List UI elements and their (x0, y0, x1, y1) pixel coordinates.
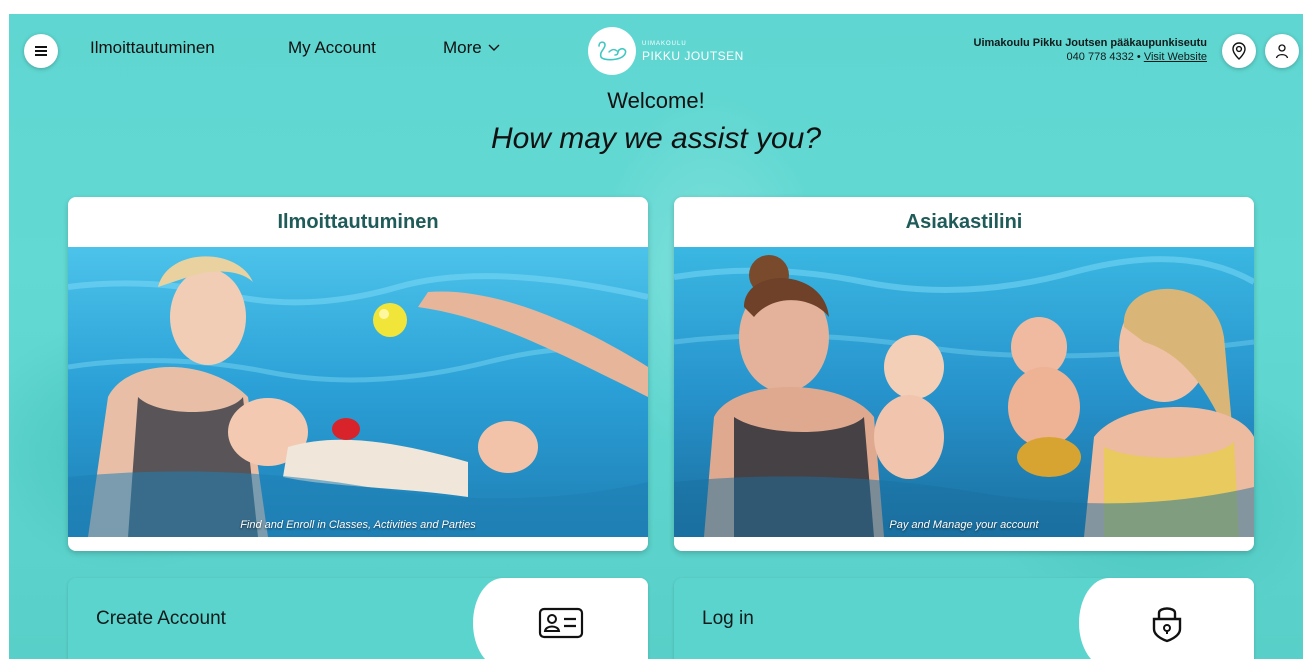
page-background: Ilmoittautuminen My Account More UIMAKOU… (9, 14, 1303, 659)
chevron-down-icon (488, 44, 500, 51)
user-account-button[interactable] (1265, 34, 1299, 68)
nav-link-my-account[interactable]: My Account (288, 38, 376, 58)
user-icon (1275, 44, 1289, 59)
card-title: Ilmoittautuminen (277, 210, 439, 233)
visit-website-link[interactable]: Visit Website (1144, 51, 1207, 63)
card-asiakastilini[interactable]: Asiakastilini Pay and Manage your accoun… (674, 197, 1254, 551)
organization-phone: 040 778 4332 (1066, 51, 1134, 63)
nav-more-label: More (443, 38, 482, 57)
menu-icon (35, 46, 47, 56)
log-in-button[interactable]: Log in (674, 578, 1254, 659)
nav-more-dropdown[interactable]: More (443, 38, 500, 58)
log-in-label: Log in (702, 608, 754, 629)
assist-heading: How may we assist you? (490, 122, 822, 155)
card-title: Asiakastilini (905, 210, 1023, 233)
separator-dot: • (1133, 51, 1144, 63)
nav-link-ilmoittautuminen[interactable]: Ilmoittautuminen (90, 38, 215, 58)
id-card-icon (538, 607, 583, 639)
welcome-heading: Welcome! (607, 88, 705, 113)
brand-logo[interactable]: UIMAKOULU PIKKU JOUTSEN (588, 26, 744, 76)
logo-small-text: UIMAKOULU (642, 40, 687, 47)
logo-text: UIMAKOULU PIKKU JOUTSEN (642, 41, 744, 62)
create-account-icon-area (473, 578, 648, 659)
organization-name: Uimakoulu Pikku Joutsen pääkaupunkiseutu (973, 37, 1208, 49)
create-account-button[interactable]: Create Account (68, 578, 648, 659)
organization-info: Uimakoulu Pikku Joutsen pääkaupunkiseutu… (974, 36, 1208, 64)
card-caption: Find and Enroll in Classes, Activities a… (240, 519, 476, 531)
location-button[interactable] (1222, 34, 1256, 68)
swan-logo-icon (588, 27, 636, 75)
baby-swim-photo: Pay and Manage your account (674, 247, 1254, 537)
swimming-lesson-photo: Find and Enroll in Classes, Activities a… (68, 247, 648, 537)
menu-button[interactable] (24, 34, 58, 68)
lock-icon (1152, 607, 1181, 643)
card-ilmoittautuminen[interactable]: Ilmoittautuminen Find and Enroll in Clas… (68, 197, 648, 551)
create-account-label: Create Account (96, 608, 226, 629)
card-caption: Pay and Manage your account (889, 519, 1039, 531)
location-pin-icon (1232, 42, 1246, 60)
logo-big-text: PIKKU JOUTSEN (642, 48, 744, 63)
log-in-icon-area (1079, 578, 1254, 659)
